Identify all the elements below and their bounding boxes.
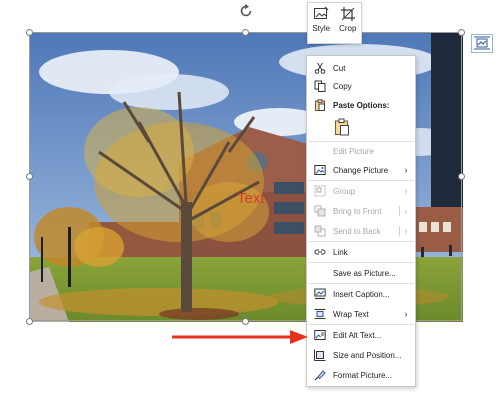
crop-button-label: Crop — [339, 24, 357, 33]
menu-item-link[interactable]: Link — [307, 243, 415, 261]
menu-item-label: Insert Caption... — [333, 289, 390, 299]
menu-item-bring-to-front: Bring to Front › — [307, 202, 415, 220]
menu-item-edit-alt-text[interactable]: Edit Alt Text... — [307, 326, 415, 344]
paste-keep-formatting-icon[interactable] — [334, 118, 350, 136]
submenu-arrow-icon: › — [404, 165, 408, 175]
menu-item-copy[interactable]: Copy — [307, 77, 415, 95]
menu-item-send-to-back: Send to Back › — [307, 222, 415, 240]
document-canvas: Text Style Crop Cut Copy Paste Options: … — [0, 0, 504, 400]
resize-handle-top-left[interactable] — [26, 29, 33, 36]
menu-item-paste-options: Paste Options: — [307, 96, 415, 114]
format-picture-icon — [314, 369, 326, 381]
menu-item-change-picture[interactable]: Change Picture › — [307, 161, 415, 179]
menu-item-save-as-picture[interactable]: Save as Picture... — [307, 264, 415, 282]
group-icon — [314, 185, 326, 197]
submenu-arrow-icon: › — [404, 226, 408, 236]
crop-icon — [340, 7, 355, 21]
link-icon — [314, 246, 326, 258]
menu-item-edit-picture: Edit Picture — [307, 142, 415, 160]
menu-separator — [308, 324, 414, 325]
resize-handle-top[interactable] — [242, 29, 249, 36]
menu-item-label: Cut — [333, 63, 346, 73]
menu-item-wrap-text[interactable]: Wrap Text › — [307, 305, 415, 323]
mini-toolbar: Style Crop — [307, 2, 362, 44]
menu-item-label: Paste Options: — [333, 100, 390, 110]
menu-item-size-and-position[interactable]: Size and Position... — [307, 346, 415, 364]
red-arrow-icon — [172, 330, 308, 344]
send-to-back-icon — [314, 225, 326, 237]
submenu-arrow-icon: › — [404, 206, 408, 216]
menu-item-label: Edit Alt Text... — [333, 330, 382, 340]
scissors-icon — [314, 62, 326, 74]
picture-style-icon — [314, 6, 329, 19]
resize-handle-bottom-left[interactable] — [26, 318, 33, 325]
blank-icon — [314, 145, 326, 157]
size-and-position-icon — [314, 349, 326, 361]
menu-item-label: Save as Picture... — [333, 268, 396, 278]
menu-item-label: Format Picture... — [333, 370, 393, 380]
resize-handle-top-right[interactable] — [458, 29, 465, 36]
alt-text-icon — [314, 329, 326, 341]
submenu-arrow-icon: › — [404, 186, 408, 196]
copy-icon — [314, 80, 326, 92]
insert-caption-icon — [314, 288, 326, 300]
resize-handle-bottom[interactable] — [242, 318, 249, 325]
menu-separator — [308, 283, 414, 284]
menu-item-label: Size and Position... — [333, 350, 402, 360]
layout-options-button[interactable] — [471, 34, 493, 53]
menu-item-label: Link — [333, 247, 348, 257]
menu-item-label: Edit Picture — [333, 146, 374, 156]
menu-item-label: Bring to Front — [333, 206, 382, 216]
menu-item-group: Group › — [307, 182, 415, 200]
submenu-arrow-icon: › — [404, 309, 408, 319]
menu-item-label: Change Picture — [333, 165, 389, 175]
menu-separator — [308, 180, 414, 181]
menu-separator — [308, 262, 414, 263]
blank-icon — [314, 267, 326, 279]
bring-to-front-icon — [314, 205, 326, 217]
menu-item-insert-caption[interactable]: Insert Caption... — [307, 285, 415, 303]
submenu-split-divider — [399, 226, 400, 236]
style-button-label: Style — [312, 24, 331, 33]
change-picture-icon — [314, 164, 326, 176]
picture-overlay-text: Text — [237, 190, 265, 207]
rotate-handle-icon[interactable] — [238, 3, 254, 19]
crop-button[interactable]: Crop — [335, 3, 362, 43]
layout-options-icon — [474, 36, 490, 50]
resize-handle-left[interactable] — [26, 173, 33, 180]
menu-item-label: Group — [333, 186, 356, 196]
submenu-split-divider — [399, 206, 400, 216]
menu-item-label: Copy — [333, 81, 352, 91]
menu-item-label: Wrap Text — [333, 309, 369, 319]
menu-item-cut[interactable]: Cut — [307, 59, 415, 77]
context-menu: Cut Copy Paste Options: Edit Picture Cha… — [306, 55, 416, 387]
wrap-text-icon — [314, 308, 326, 320]
menu-item-format-picture[interactable]: Format Picture... — [307, 366, 415, 384]
paste-icon — [314, 99, 326, 111]
menu-separator — [308, 241, 414, 242]
resize-handle-right[interactable] — [458, 173, 465, 180]
menu-item-label: Send to Back — [333, 226, 381, 236]
style-button[interactable]: Style — [308, 3, 335, 43]
